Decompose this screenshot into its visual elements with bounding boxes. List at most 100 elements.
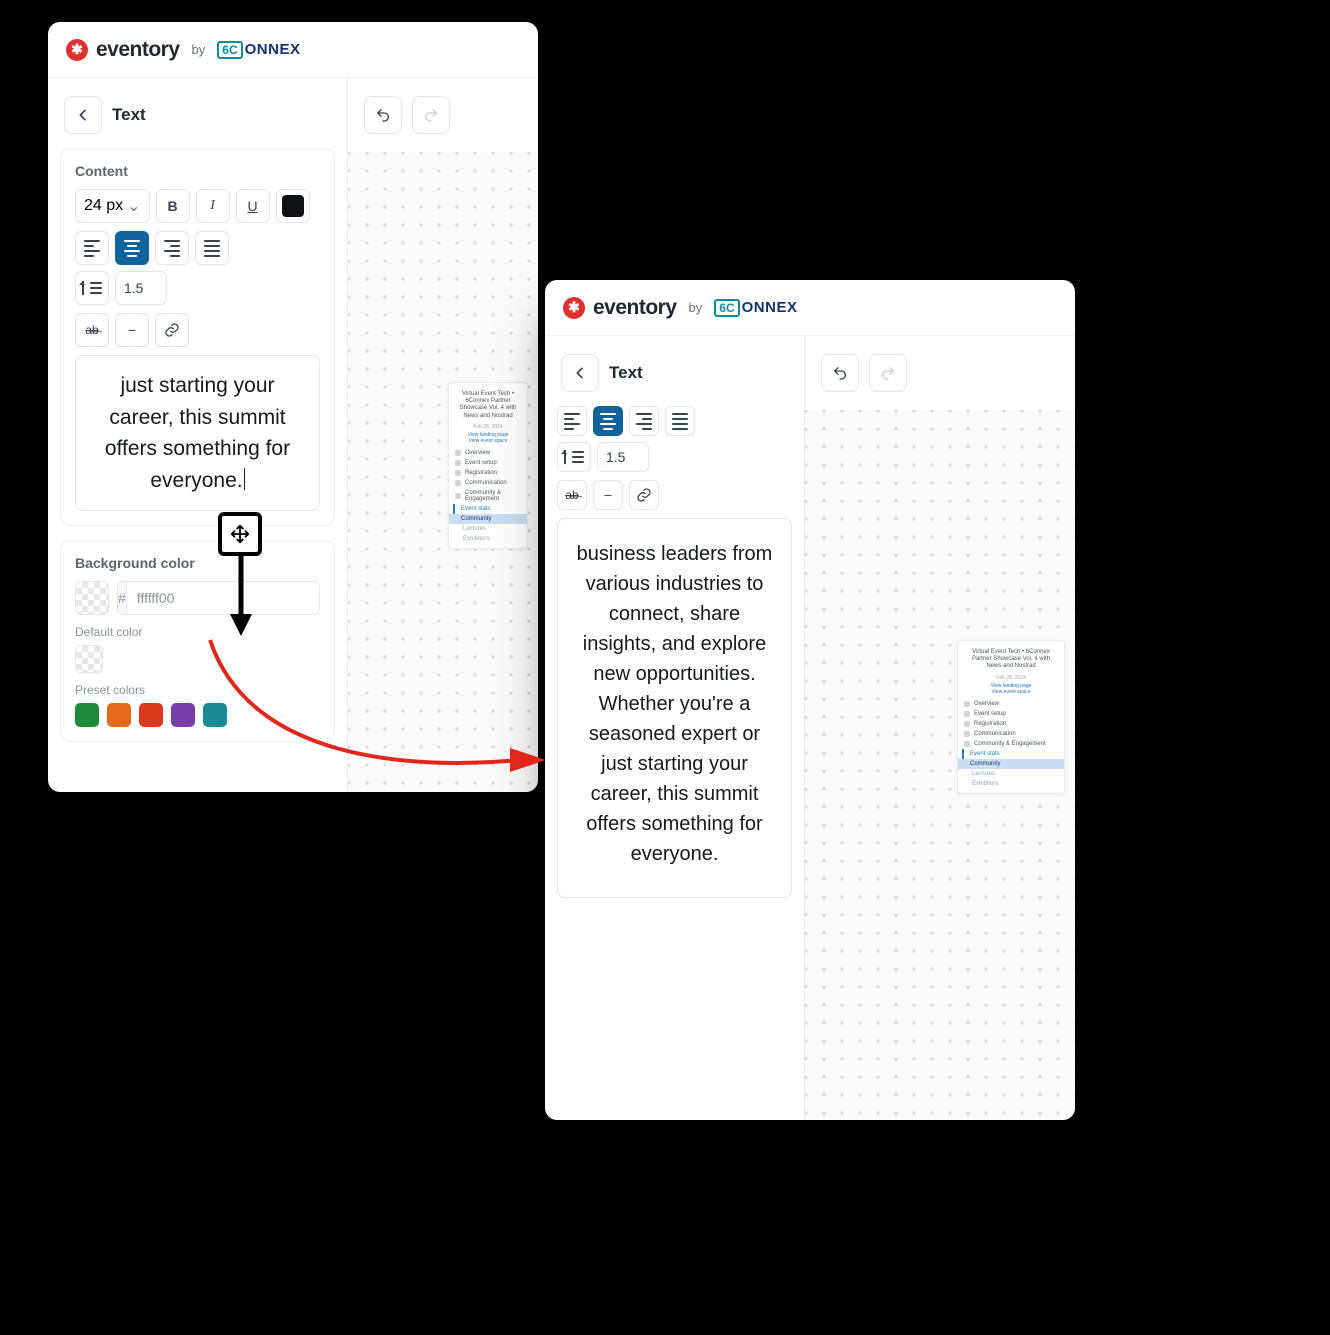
align-right-icon [636,413,652,430]
back-button[interactable] [64,96,102,134]
minimap-item-label: Registration [465,470,497,476]
minimap-item[interactable]: Event setup [958,709,1064,719]
preset-swatch[interactable] [139,703,163,727]
link-button[interactable] [155,313,189,347]
underline-button[interactable]: U [236,189,270,223]
remove-button[interactable]: − [593,480,623,510]
align-center-icon [600,413,616,430]
text-color-button[interactable] [276,189,310,223]
align-right-icon [164,240,180,257]
clear-format-icon: a̶b̶ [85,323,98,337]
line-height-button[interactable] [557,442,591,472]
align-center-button[interactable] [593,406,623,436]
minimap-item[interactable]: Registration [958,719,1064,729]
minimap[interactable]: Virtual Event Tech • 6Connex Partner Sho… [957,640,1065,794]
minimap-item-icon [964,701,970,707]
minimap-item[interactable]: Overview [449,448,527,458]
remove-button[interactable]: − [115,313,149,347]
preset-swatch[interactable] [75,703,99,727]
align-left-icon [84,240,100,257]
preset-swatch[interactable] [171,703,195,727]
align-justify-icon [204,240,220,257]
minimap-link[interactable]: View event space [958,689,1064,696]
line-height-value[interactable]: 1.5 [115,271,167,305]
bg-swatch-transparent[interactable] [75,581,109,615]
align-center-icon [124,240,140,257]
font-size-value: 24 px [84,197,123,215]
minimap-item[interactable]: Event setup [449,458,527,468]
bold-button[interactable]: B [156,189,190,223]
chevron-left-icon [75,107,91,123]
minimap-link[interactable]: View event space [449,438,527,445]
back-button[interactable] [561,354,599,392]
minimap-item-label: Community & Engagement [465,490,521,502]
clear-format-button[interactable]: a̶b̶ [557,480,587,510]
minimap-item[interactable]: Community & Engagement [958,739,1064,749]
text-cursor-icon [244,468,245,490]
minimap-item[interactable]: Exhibitors [958,779,1064,789]
color-swatch-icon [282,195,304,217]
minimap-item-label: Exhibitors [463,536,489,542]
minimap-item-icon [455,460,461,466]
clear-format-button[interactable]: a̶b̶ [75,313,109,347]
preset-swatch[interactable] [107,703,131,727]
minimap-item[interactable]: Event stats [962,749,1064,759]
redo-button[interactable] [412,96,450,134]
minimap-item[interactable]: Lectures [449,524,527,534]
undo-icon [375,107,391,123]
italic-icon: I [210,198,215,214]
minimap-item[interactable]: Community [449,514,527,524]
minimap-item[interactable]: Community & Engagement [449,488,527,504]
undo-icon [832,365,848,381]
line-height-icon [564,451,584,463]
minimap-item[interactable]: Communication [449,478,527,488]
minimap-item[interactable]: Lectures [958,769,1064,779]
align-justify-button[interactable] [665,406,695,436]
minimap-item[interactable]: Community [958,759,1064,769]
default-color-swatch[interactable] [75,645,103,673]
align-right-button[interactable] [155,231,189,265]
minimap-item[interactable]: Event stats [453,504,527,514]
brand-partner: 6C ONNEX [217,41,300,59]
minimap-item[interactable]: Exhibitors [449,534,527,544]
redo-button[interactable] [869,354,907,392]
minimap-item[interactable]: Overview [958,699,1064,709]
minimap-item[interactable]: Registration [449,468,527,478]
partner-prefix: 6C [217,41,242,59]
partner-suffix: ONNEX [245,41,301,58]
minimap-item-icon [964,731,970,737]
line-height-value[interactable]: 1.5 [597,442,649,472]
undo-button[interactable] [821,354,859,392]
underline-icon: U [247,198,257,214]
bg-title: Background color [75,555,320,571]
text-preview[interactable]: just starting your career, this summit o… [75,355,320,511]
hex-input[interactable] [127,582,320,614]
canvas-grid[interactable]: Virtual Event Tech • 6Connex Partner Sho… [805,410,1075,1120]
text-preview-content: business leaders from various industries… [577,543,773,865]
minimap-item-icon [964,721,970,727]
link-button[interactable] [629,480,659,510]
align-justify-button[interactable] [195,231,229,265]
minimap-item-label: Community [970,761,1000,767]
minimap-date: Feb 28, 2024 [958,675,1064,681]
text-preview[interactable]: business leaders from various industries… [557,518,792,898]
minimap[interactable]: Virtual Event Tech • 6Connex Partner Sho… [448,382,528,549]
italic-button[interactable]: I [196,189,230,223]
minimap-item-icon [455,450,461,456]
minimap-title: Virtual Event Tech • 6Connex Partner Sho… [958,645,1064,675]
align-right-button[interactable] [629,406,659,436]
align-left-button[interactable] [75,231,109,265]
editor-window-after: ✱ eventory by 6C ONNEX Text [545,280,1075,1120]
transition-arrow-icon [210,640,550,805]
align-left-button[interactable] [557,406,587,436]
minimap-item-label: Lectures [972,771,995,777]
line-height-button[interactable] [75,271,109,305]
undo-button[interactable] [364,96,402,134]
font-size-select[interactable]: 24 px ⌄ [75,189,150,223]
minimap-list: OverviewEvent setup Registration Communica… [449,448,527,544]
brand-bar: ✱ eventory by 6C ONNEX [545,280,1075,336]
align-center-button[interactable] [115,231,149,265]
partner-prefix: 6C [714,299,739,317]
chevron-down-icon: ⌄ [127,196,140,216]
minimap-item[interactable]: Communication [958,729,1064,739]
